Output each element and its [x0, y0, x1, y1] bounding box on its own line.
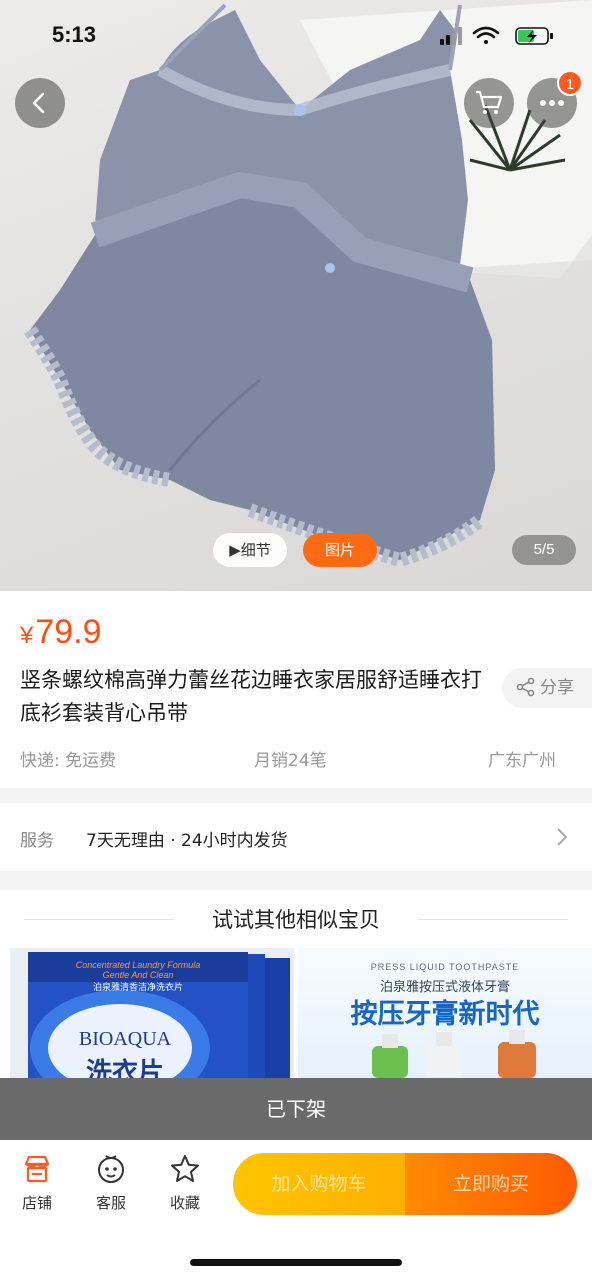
product-title: 竖条螺纹棉高弹力蕾丝花边睡衣家居服舒适睡衣打底衫套装背心吊带: [20, 668, 482, 725]
cart-icon: [476, 90, 503, 114]
service-label: 服务: [20, 831, 54, 851]
off-shelf-notice: 已下架: [0, 1078, 592, 1140]
status-time: 5:13: [52, 22, 97, 47]
toothpaste-bottles-image: [372, 1030, 536, 1078]
ship-from-location: 广东广州: [488, 751, 556, 771]
product-image-gallery[interactable]: 5:13 1 ▶细节 图片 5/5: [0, 0, 592, 591]
back-button[interactable]: [15, 78, 65, 128]
customer-service-icon: [98, 1155, 124, 1183]
similar-product-card[interactable]: Concentrated Laundry Formula Gentle And …: [10, 948, 294, 1078]
banner-line-2: Gentle And Clean: [102, 970, 174, 980]
store-icon: [24, 1155, 50, 1183]
signal-icon: [440, 27, 462, 45]
customer-service-label: 客服: [95, 1194, 126, 1212]
wifi-icon: [472, 26, 500, 44]
share-icon: [516, 677, 535, 697]
price: ¥79.9: [20, 613, 102, 652]
divider-right: [418, 919, 568, 920]
banner-cn: 泊泉雅清香洁净洗衣片: [92, 983, 183, 993]
shipping-info: 快递: 免运费: [20, 751, 117, 771]
monthly-sales: 月销24笔: [254, 751, 327, 771]
picture-tab[interactable]: 图片: [303, 533, 377, 567]
star-icon: [171, 1155, 199, 1182]
more-dots-icon: [540, 100, 564, 106]
brand-logo: BIOAQUA: [78, 1028, 172, 1050]
favorite-label: 收藏: [169, 1194, 200, 1212]
chevron-left-icon: [32, 92, 45, 114]
notification-badge: 1: [557, 70, 583, 96]
cart-button[interactable]: [464, 78, 514, 128]
store-tab[interactable]: 店铺: [7, 1154, 67, 1213]
banner-line-1: Concentrated Laundry Formula: [75, 960, 201, 970]
home-indicator[interactable]: [190, 1259, 402, 1266]
service-row[interactable]: 服务 7天无理由 · 24小时内发货: [0, 803, 592, 871]
share-label: 分享: [540, 678, 574, 698]
buy-now-button[interactable]: 立即购买: [405, 1153, 577, 1215]
service-value: 7天无理由 · 24小时内发货: [86, 831, 288, 851]
bottom-action-bar: 店铺 客服 收藏 加入购物车 立即购买: [0, 1140, 592, 1280]
product-info: ¥79.9 竖条螺纹棉高弹力蕾丝花边睡衣家居服舒适睡衣打底衫套装背心吊带 分享 …: [0, 591, 592, 788]
status-icons: [440, 26, 553, 45]
product-name: 洗衣片: [85, 1058, 164, 1078]
favorite-tab[interactable]: 收藏: [155, 1154, 215, 1213]
similar-items-header: 试试其他相似宝贝: [0, 890, 592, 948]
similar-product-card[interactable]: PRESS LIQUID TOOTHPASTE 泊泉雅按压式液体牙膏 按压牙膏新…: [298, 948, 592, 1078]
currency-symbol: ¥: [20, 622, 34, 649]
image-counter: 5/5: [512, 535, 576, 565]
price-value: 79.9: [35, 613, 102, 651]
product-english-caption: PRESS LIQUID TOOTHPASTE: [370, 962, 520, 972]
customer-service-tab[interactable]: 客服: [81, 1154, 141, 1213]
status-bar: 5:13: [0, 0, 592, 72]
store-label: 店铺: [21, 1194, 52, 1212]
battery-icon: [515, 27, 553, 45]
more-button[interactable]: 1: [527, 70, 583, 128]
chevron-right-icon: [557, 828, 568, 846]
share-button[interactable]: 分享: [502, 668, 592, 708]
detail-video-tab[interactable]: ▶细节: [213, 533, 287, 567]
product-headline: 按压牙膏新时代: [350, 999, 540, 1030]
similar-products: Concentrated Laundry Formula Gentle And …: [0, 948, 592, 1078]
add-to-cart-button[interactable]: 加入购物车: [233, 1153, 405, 1215]
